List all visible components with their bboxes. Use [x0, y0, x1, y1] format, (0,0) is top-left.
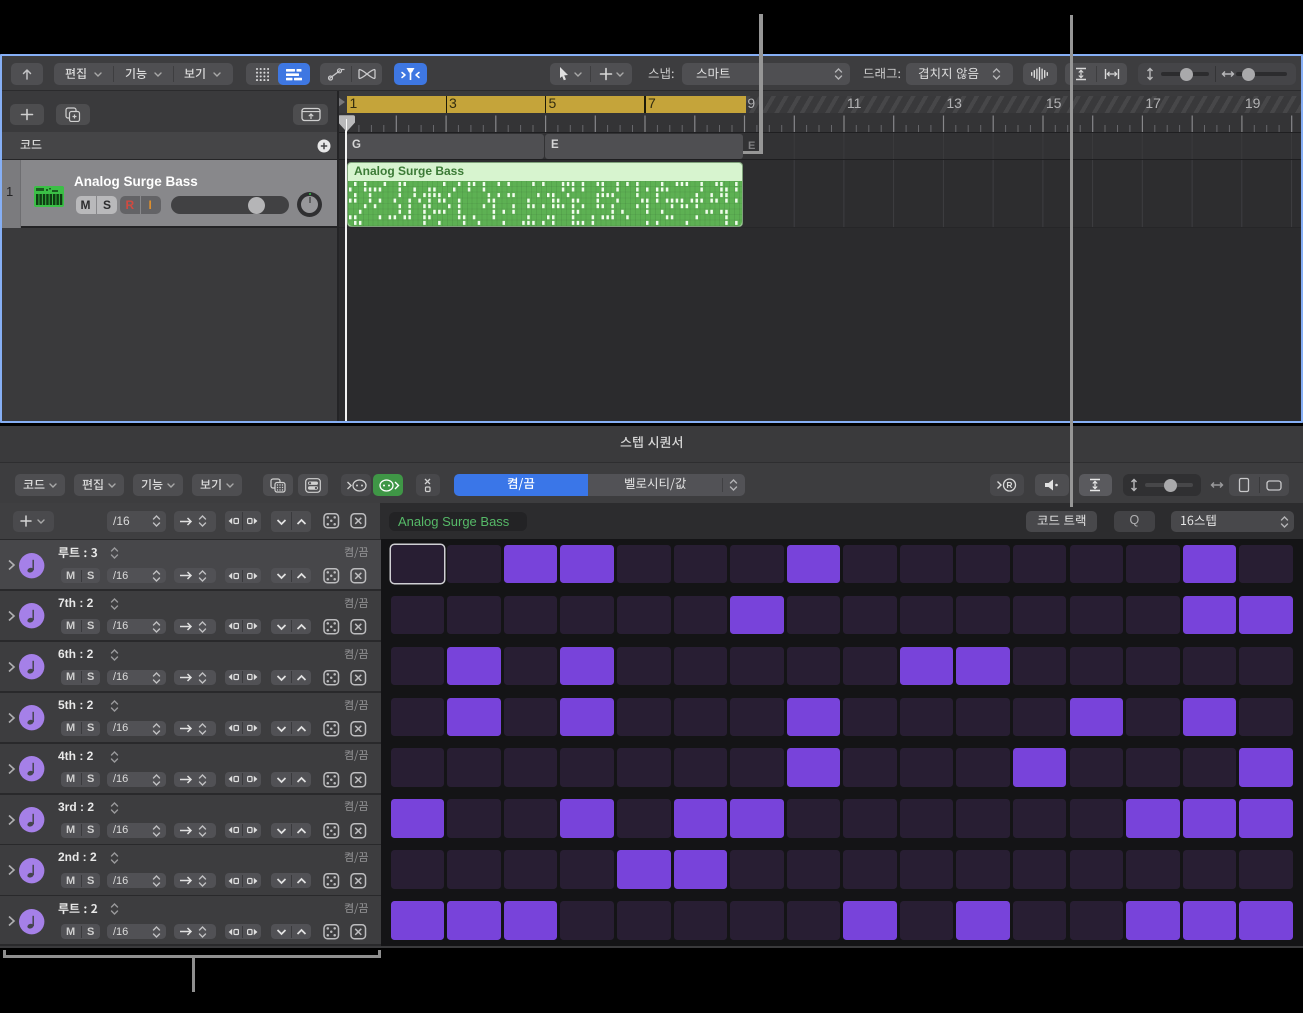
svg-text:R: R — [1006, 480, 1012, 490]
